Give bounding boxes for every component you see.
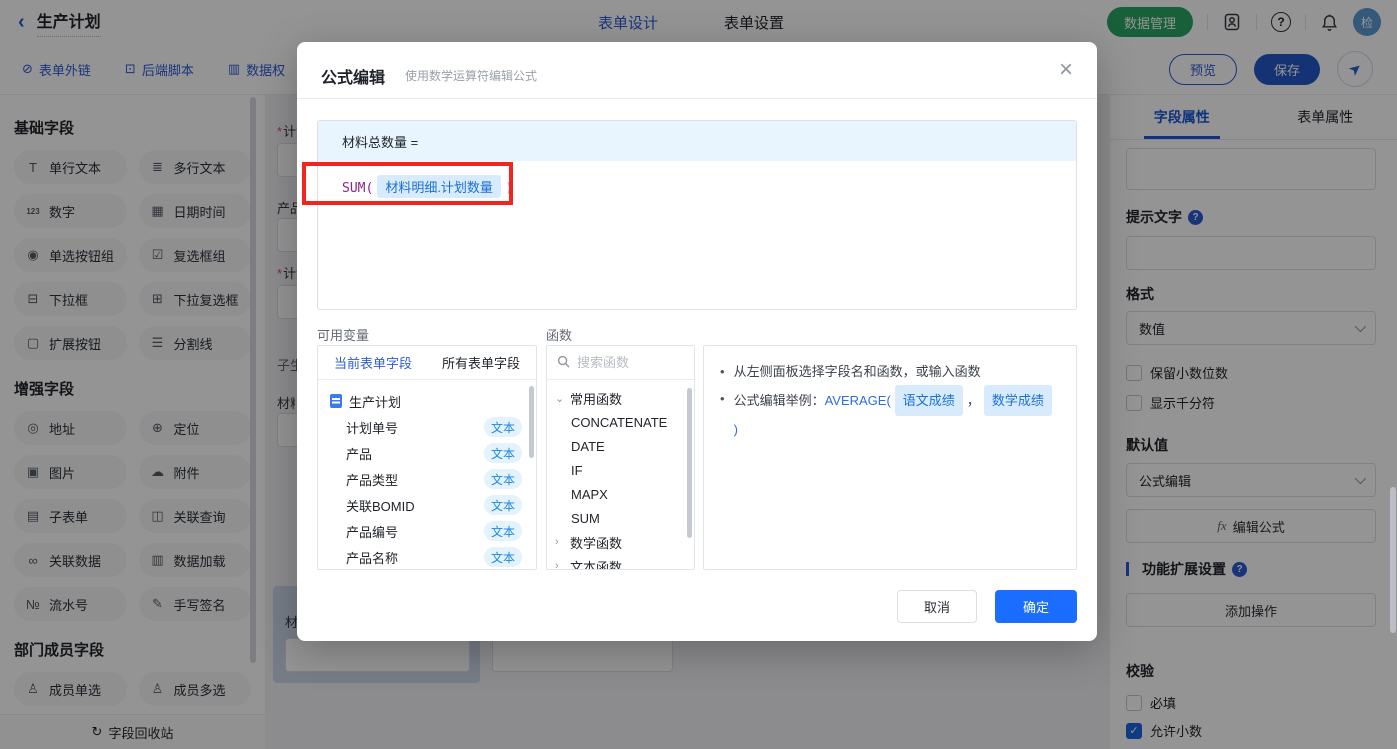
function-item[interactable]: IF <box>547 458 694 482</box>
tree-root-form[interactable]: 生产计划 <box>318 388 536 414</box>
group-label: 数学函数 <box>570 535 623 551</box>
tab-current-form-fields[interactable]: 当前表单字段 <box>334 353 412 372</box>
close-icon[interactable]: × <box>1059 58 1073 82</box>
chevron-right-icon: › <box>555 560 559 570</box>
chevron-right-icon: › <box>555 536 559 548</box>
variables-panel: 当前表单字段 所有表单字段 生产计划 计划单号 文本 产品 文本 产品类型 文本 关联… <box>317 345 537 570</box>
annotation-red-box <box>302 162 513 205</box>
functions-label: 函数 <box>546 328 573 343</box>
function-search[interactable] <box>547 346 694 380</box>
function-group-common[interactable]: ⌄ 常用函数 <box>547 386 694 410</box>
function-item[interactable]: DATE <box>547 434 694 458</box>
tip-field-chip: 数学成绩 <box>983 385 1052 416</box>
function-item[interactable]: MAPX <box>547 482 694 506</box>
type-badge: 文本 <box>484 443 522 463</box>
tip-close-paren: ) <box>733 422 738 437</box>
tree-root-label: 生产计划 <box>349 394 402 410</box>
variable-row[interactable]: 关联BOMID 文本 <box>318 492 536 518</box>
tip-text: 公式编辑举例： <box>733 393 825 408</box>
modal-subtitle: 使用数学运算符编辑公式 <box>405 69 538 83</box>
tip-field-chip: 语文成绩 <box>894 385 963 416</box>
functions-panel: ⌄ 常用函数 CONCATENATE DATE IF MAPX SUM › 数学函数… <box>546 345 695 570</box>
functions-scrollbar[interactable] <box>687 388 692 538</box>
variable-name: 产品名称 <box>346 550 399 566</box>
function-item[interactable]: CONCATENATE <box>547 410 694 434</box>
tip-function: AVERAGE( <box>824 393 891 408</box>
confirm-button[interactable]: 确定 <box>995 590 1077 623</box>
tip-comma: ， <box>966 393 980 408</box>
variable-name: 产品类型 <box>346 472 399 488</box>
variables-scrollbar[interactable] <box>529 386 534 458</box>
formula-edit-modal: 公式编辑 使用数学运算符编辑公式 × 材料总数量 = SUM(材料明细.计划数量… <box>297 42 1097 641</box>
group-label: 常用函数 <box>570 391 623 407</box>
function-item[interactable]: SUM <box>547 506 694 530</box>
formula-editor: 材料总数量 = SUM(材料明细.计划数量) <box>317 120 1077 310</box>
variable-name: 产品编号 <box>346 524 399 540</box>
modal-title: 公式编辑 <box>321 70 386 87</box>
type-badge: 文本 <box>484 547 522 567</box>
document-icon <box>330 394 342 408</box>
type-badge: 文本 <box>484 469 522 489</box>
variable-row[interactable]: 产品类型 文本 <box>318 466 536 492</box>
page-scrollbar[interactable] <box>1390 487 1396 633</box>
function-search-input[interactable] <box>577 355 677 370</box>
variable-name: 产品 <box>346 446 373 462</box>
variables-label: 可用变量 <box>317 328 370 343</box>
tips-panel: • 从左侧面板选择字段名和函数，或输入函数 • 公式编辑举例：AVERAGE(语文… <box>703 345 1077 570</box>
bullet: • <box>720 391 725 406</box>
tip-line: • 从左侧面板选择字段名和函数，或输入函数 <box>720 358 1060 385</box>
search-icon <box>557 355 570 371</box>
variable-row[interactable]: 产品编号 文本 <box>318 518 536 544</box>
chevron-down-icon: ⌄ <box>555 392 565 405</box>
formula-target: 材料总数量 = <box>318 121 1076 161</box>
type-badge: 文本 <box>484 495 522 515</box>
type-badge: 文本 <box>484 521 522 541</box>
variable-row[interactable]: 产品 文本 <box>318 440 536 466</box>
tab-all-form-fields[interactable]: 所有表单字段 <box>442 353 520 372</box>
cancel-button[interactable]: 取消 <box>897 590 977 623</box>
group-label: 文本函数 <box>570 559 623 570</box>
variable-row[interactable]: 产品名称 文本 <box>318 544 536 569</box>
variable-row[interactable]: 计划单号 文本 <box>318 414 536 440</box>
variable-name: 关联BOMID <box>346 498 415 514</box>
bullet: • <box>720 364 725 379</box>
function-group-math[interactable]: › 数学函数 <box>547 530 694 554</box>
tip-line: • 公式编辑举例：AVERAGE(语文成绩，数学成绩) <box>720 385 1060 443</box>
function-group-text[interactable]: › 文本函数 <box>547 554 694 570</box>
type-badge: 文本 <box>484 417 522 437</box>
divider <box>297 98 1097 99</box>
variable-name: 计划单号 <box>346 420 399 436</box>
